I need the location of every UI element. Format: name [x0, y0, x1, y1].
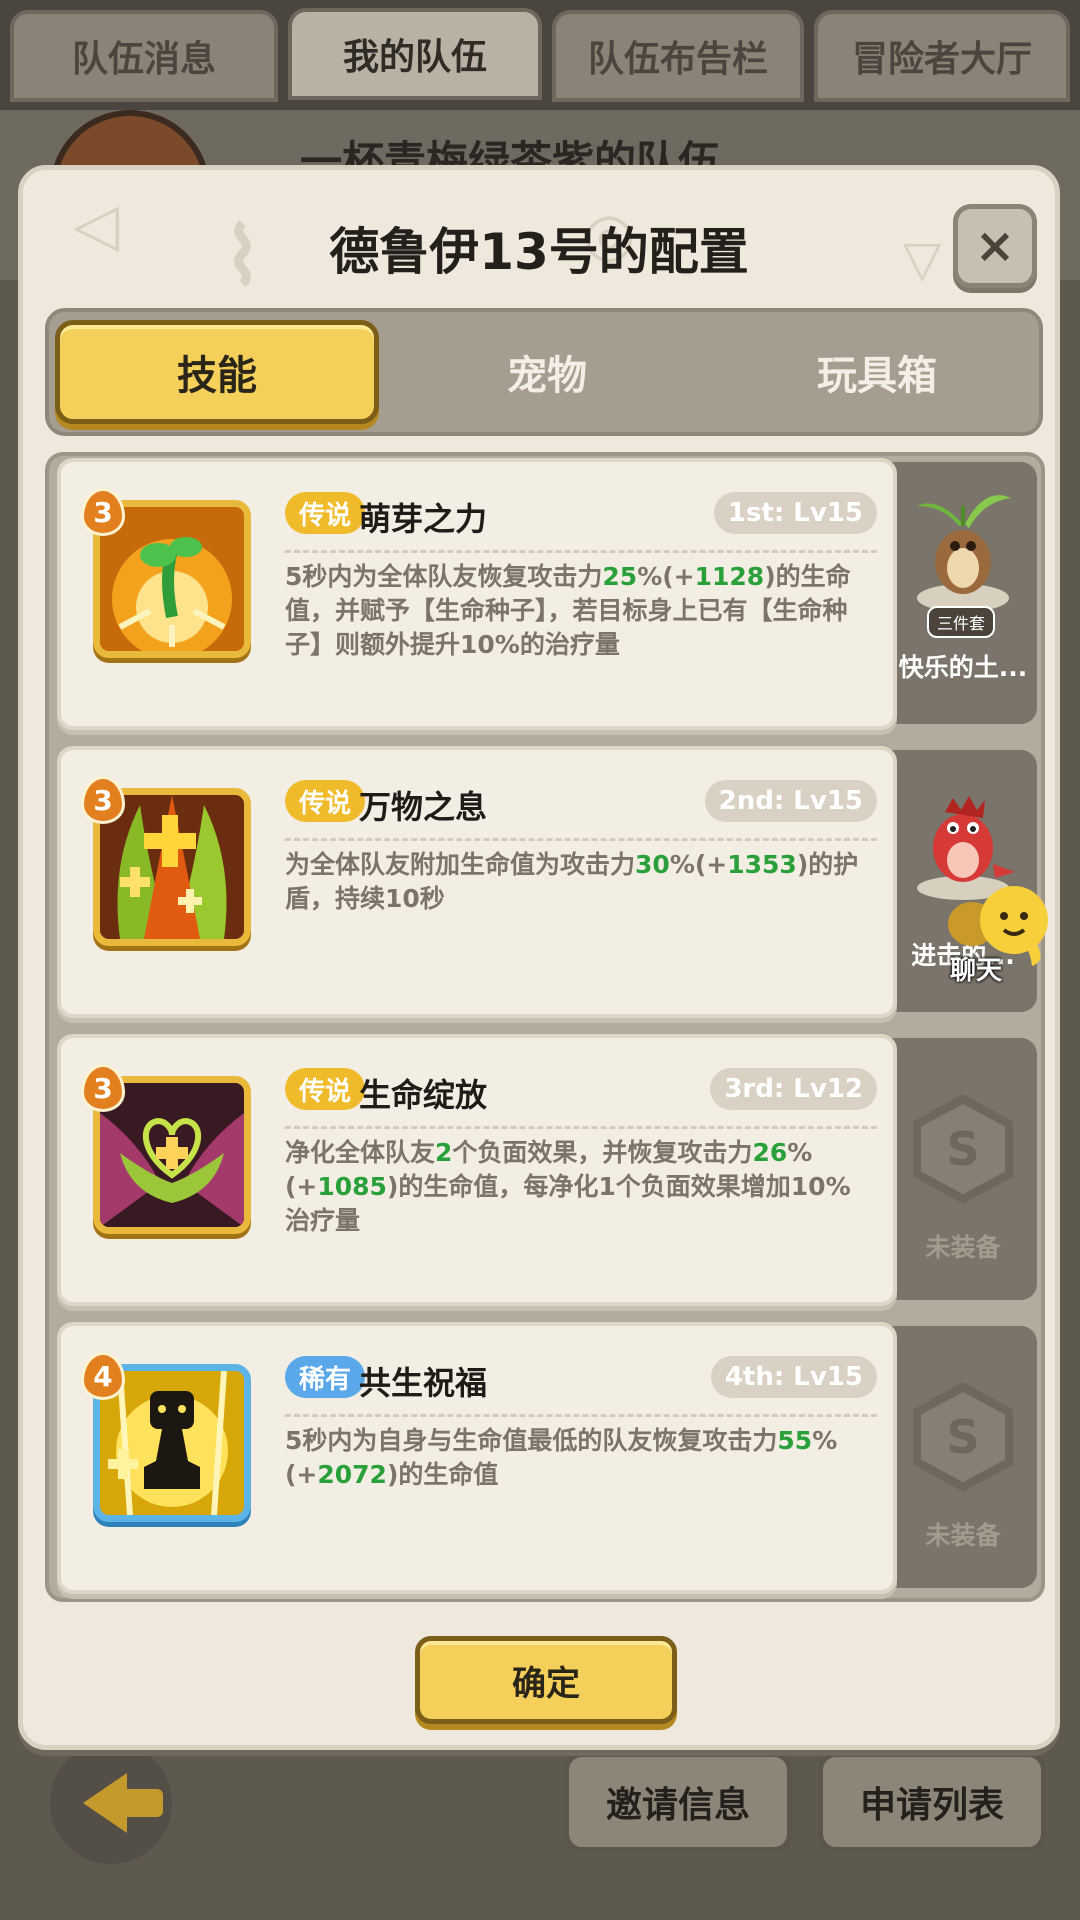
- tab-team-board[interactable]: 队伍布告栏: [552, 10, 804, 102]
- back-button[interactable]: [50, 1742, 172, 1864]
- skill-name: 共生祝福: [359, 1364, 488, 1402]
- arrow-left-icon: [83, 1773, 163, 1833]
- skill-card[interactable]: 3 传说 生命绽放 3rd: Lv12 净化全体队友2个负面效果，并恢复攻击力2…: [57, 1034, 897, 1306]
- skill-slot-tag: 3rd: Lv12: [710, 1068, 877, 1110]
- modal-title: 德鲁伊13号的配置: [329, 223, 749, 281]
- skill-level-badge: 4: [81, 1352, 125, 1400]
- pet-set-tag: 三件套: [927, 606, 996, 638]
- empty-slot-label: 未装备: [925, 1521, 1001, 1550]
- divider: [285, 1414, 877, 1417]
- skill-description: 5秒内为自身与生命值最低的队友恢复攻击力55%(+2072)的生命值: [285, 1426, 838, 1489]
- tab-team-messages[interactable]: 队伍消息: [10, 10, 278, 102]
- skill-list: 三件套 快乐的土... 3 传说 萌芽之力 1st: Lv15 5秒内为全体队友…: [45, 452, 1045, 1602]
- divider: [285, 550, 877, 553]
- skill-description: 为全体队友附加生命值为攻击力30%(+1353)的护盾，持续10秒: [285, 850, 859, 913]
- config-tabs: 技能 宠物 玩具箱: [45, 308, 1043, 436]
- pet-icon: [917, 495, 1011, 612]
- skill-slot-tag: 2nd: Lv15: [704, 780, 877, 822]
- skill-card[interactable]: 4 稀有 共生祝福 4th: Lv15 5秒内为自身与生命值最低的队友恢复攻击力…: [57, 1322, 897, 1594]
- divider: [285, 838, 877, 841]
- empty-skill-slot[interactable]: S 未装备: [889, 1326, 1037, 1588]
- rarity-badge: 传说: [285, 492, 366, 534]
- skill-level-badge: 3: [81, 776, 125, 824]
- skill-card[interactable]: 3 传说 萌芽之力 1st: Lv15 5秒内为全体队友恢复攻击力25%(+11…: [57, 458, 897, 730]
- tab-adventurer-hall[interactable]: 冒险者大厅: [814, 10, 1070, 102]
- close-icon: ×: [974, 218, 1016, 274]
- empty-skill-slot[interactable]: S 未装备: [889, 1038, 1037, 1300]
- rarity-badge: 传说: [285, 1068, 366, 1110]
- rarity-badge: 稀有: [285, 1356, 366, 1398]
- skill-name: 生命绽放: [359, 1076, 488, 1114]
- list-item: 三件套 快乐的土... 3 传说 萌芽之力 1st: Lv15 5秒内为全体队友…: [57, 458, 1037, 730]
- skill-name: 萌芽之力: [359, 500, 488, 538]
- list-item: S 未装备 3 传说 生命绽放 3rd: Lv12 净化全体队友2个负面效果，并…: [57, 1034, 1037, 1306]
- tab-pets[interactable]: 宠物: [385, 320, 709, 424]
- skill-slot-tag: 4th: Lv15: [710, 1356, 877, 1398]
- pet-name: 快乐的土...: [898, 653, 1028, 682]
- divider: [285, 1126, 877, 1129]
- skill-level-badge: 3: [81, 1064, 125, 1112]
- application-list-button[interactable]: 申请列表: [818, 1752, 1046, 1852]
- tab-toybox[interactable]: 玩具箱: [715, 320, 1039, 424]
- empty-slot-label: 未装备: [925, 1233, 1001, 1262]
- skill-name: 万物之息: [359, 788, 488, 826]
- config-modal: ◁ ⌇ ◎ ▽ 德鲁伊13号的配置 × 技能 宠物 玩具箱 三件套 快乐的土..…: [18, 165, 1060, 1750]
- list-item: S 未装备 4 稀有 共生祝福 4th: Lv15 5秒内为自身与生命值最低的队…: [57, 1322, 1037, 1594]
- skill-slot-tag: 1st: Lv15: [713, 492, 877, 534]
- rarity-badge: 传说: [285, 780, 366, 822]
- confirm-button[interactable]: 确定: [415, 1636, 677, 1724]
- skill-description: 净化全体队友2个负面效果，并恢复攻击力26%(+1085)的生命值，每净化1个负…: [285, 1138, 851, 1235]
- skill-description: 5秒内为全体队友恢复攻击力25%(+1128)的生命值，并赋予【生命种子】，若目…: [285, 562, 851, 659]
- tab-skills[interactable]: 技能: [55, 320, 379, 424]
- skill-level-badge: 3: [81, 488, 125, 536]
- chat-label[interactable]: 聊天: [950, 950, 1002, 987]
- skill-card[interactable]: 3 传说 万物之息 2nd: Lv15 为全体队友附加生命值为攻击力30%(+1…: [57, 746, 897, 1018]
- invite-info-button[interactable]: 邀请信息: [564, 1752, 792, 1852]
- close-button[interactable]: ×: [953, 204, 1037, 288]
- list-item: 进击的... 3 传说 万物之息 2nd: Lv15 为全体队友附加生命值为攻击…: [57, 746, 1037, 1018]
- pet-slot[interactable]: 三件套 快乐的土...: [889, 462, 1037, 724]
- background-tab-bar: 队伍消息 我的队伍 队伍布告栏 冒险者大厅: [0, 0, 1080, 110]
- tab-my-team[interactable]: 我的队伍: [288, 8, 542, 100]
